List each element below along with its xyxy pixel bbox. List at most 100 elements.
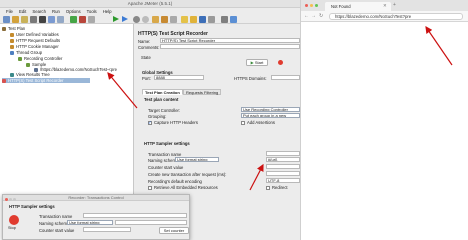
dialog-stop-button[interactable] [9,215,19,225]
remote-start-icon[interactable] [152,16,159,23]
toggle-icon[interactable] [88,16,95,23]
save-icon[interactable] [30,16,37,23]
menu-run[interactable]: Run [52,8,60,15]
grouping-select[interactable]: Put each group in a new [241,113,300,118]
menu-file[interactable]: File [6,8,13,15]
maximize-icon[interactable] [315,4,318,7]
tree-item-user-defined-variables[interactable]: User Defined Variables [10,32,59,37]
start-no-pauses-icon[interactable] [122,16,128,22]
https-domains-label: HTTPS Domains: [234,76,267,81]
controller-icon [26,62,30,67]
tree-item-recording-controller[interactable]: Recording Controller [18,56,62,61]
menu-tools[interactable]: Tools [87,8,97,15]
test-plan-content-label: Test plan content [144,97,179,102]
minimize-icon[interactable] [9,197,12,201]
tree-item-http-cookie-manager[interactable]: HTTP Cookie Manager [10,44,59,49]
name-input[interactable]: HTTP(S) Test Script Recorder [160,38,300,43]
back-icon[interactable]: ← [304,13,309,20]
search-icon[interactable] [199,16,206,23]
collapse-icon[interactable] [79,16,86,23]
cut-icon[interactable] [39,16,46,23]
gear-icon [10,50,14,55]
minimize-icon[interactable] [310,4,313,7]
reload-icon[interactable]: ↻ [319,13,323,20]
help-icon[interactable] [230,16,237,23]
forward-icon[interactable]: → [311,13,316,20]
tab-requests-filtering[interactable]: Requests Filtering [183,89,222,95]
reset-search-icon[interactable] [208,16,215,23]
new-tab-icon[interactable]: + [393,2,396,9]
tree-item-test-plan[interactable]: Test Plan [2,26,25,31]
menu-help[interactable]: Help [103,8,112,15]
remote-stop-icon[interactable] [161,16,168,23]
start-button[interactable]: ▶ Start [246,59,268,66]
new-icon[interactable] [3,16,10,23]
dialog-naming-format-input[interactable] [115,220,187,225]
stop-button[interactable] [278,60,283,65]
port-label: Port: [142,76,151,81]
redirect-label: Redirect [272,185,288,190]
encoding-input[interactable]: UTF-8 [266,178,300,183]
config-icon [10,44,14,49]
open-icon[interactable] [21,16,28,23]
paste-icon[interactable] [57,16,64,23]
config-icon [10,38,14,43]
target-controller-select[interactable]: Use Recording Controller [241,107,300,112]
capture-headers-checkbox[interactable] [148,120,152,126]
maximize-icon[interactable] [13,197,16,201]
menu-search[interactable]: Search [32,8,46,15]
page-title: HTTP(S) Test Script Recorder [138,31,208,37]
browser-tab-strip: Not Found ✕ + [301,0,468,11]
dialog-transaction-name-input[interactable] [83,213,187,218]
dialog-counter-start-input[interactable] [83,227,131,232]
tab-close-icon[interactable]: ✕ [383,2,387,9]
counter-start-input[interactable] [266,164,300,169]
transactions-control-dialog: Recorder: Transactions Control HTTP Samp… [2,194,190,240]
retrieve-resources-checkbox[interactable] [148,186,152,190]
browser-content [301,22,468,240]
set-counter-button[interactable]: Set counter [159,227,189,234]
controller-icon [18,56,22,61]
naming-scheme-select[interactable]: Use format string [175,157,219,162]
clear-icon[interactable] [181,16,188,23]
remote-exit-icon[interactable] [170,16,177,23]
dialog-naming-scheme-select[interactable]: Use format string [67,220,113,225]
window-title: Apache JMeter (5.5.1) [0,0,300,8]
tree-item-http-request-defaults[interactable]: HTTP Request Defaults [10,38,60,43]
redirect-checkbox[interactable] [266,186,270,190]
dialog-title-bar: Recorder: Transactions Control [3,195,189,201]
tree-item-view-results-tree[interactable]: View Results Tree [10,72,50,77]
tab-test-plan-creation[interactable]: Test Plan Creation [142,89,183,95]
naming-format-input[interactable]: #{url} [266,157,300,162]
copy-icon[interactable] [48,16,55,23]
function-helper-icon[interactable] [221,16,228,23]
port-input[interactable]: 8888 [154,75,204,80]
address-bar[interactable]: https://blazedemo.com/NoSuchTest?pre [329,13,463,20]
shutdown-icon[interactable] [142,16,149,23]
create-transaction-input[interactable] [266,171,300,176]
tree-item-thread-group[interactable]: Thread Group [10,50,42,55]
add-assertions-checkbox[interactable] [241,121,245,125]
menu-edit[interactable]: Edit [19,8,26,15]
templates-icon[interactable] [12,16,19,23]
menu-options[interactable]: Options [66,8,81,15]
dialog-title: Recorder: Transactions Control [68,195,124,200]
tree-item-test-script-recorder[interactable]: HTTP(S) Test Script Recorder [2,78,90,83]
start-icon[interactable] [113,16,119,22]
listener-icon [10,72,14,77]
https-domains-input[interactable] [271,75,300,80]
close-icon[interactable] [305,4,308,7]
expand-icon[interactable] [70,16,77,23]
retrieve-resources-label: Retrieve All Embedded Resources [154,185,218,190]
close-icon[interactable] [5,197,8,201]
browser-tab[interactable]: Not Found [325,2,391,11]
dialog-stop-label: Stop [8,226,16,230]
toolbar [0,15,300,24]
comments-input[interactable] [160,44,300,49]
stop-icon[interactable] [133,16,140,23]
transaction-name-input[interactable] [266,151,300,156]
target-controller-label: Target Controller: [148,108,181,113]
clear-all-icon[interactable] [190,16,197,23]
capture-headers-label: Capture HTTP Headers [154,120,198,125]
dialog-counter-start-label: Counter start value [39,228,75,233]
